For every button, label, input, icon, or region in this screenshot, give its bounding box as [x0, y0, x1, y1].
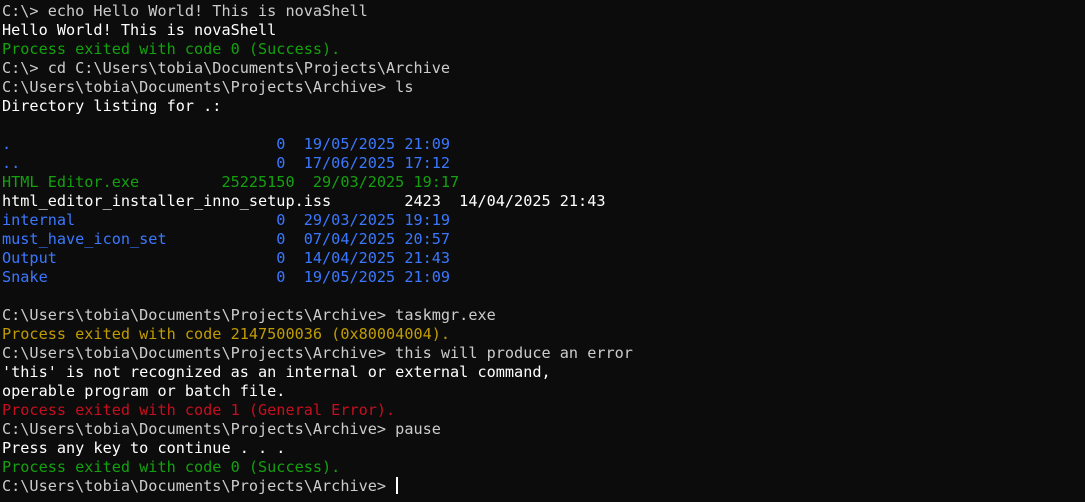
- active-prompt-line[interactable]: C:\Users\tobia\Documents\Projects\Archiv…: [2, 477, 1085, 496]
- text-cursor: [396, 477, 399, 494]
- exit-status-error: Process exited with code 1 (General Erro…: [2, 401, 396, 419]
- output-line: Press any key to continue . . .: [2, 439, 286, 457]
- listing-row-executable: HTML Editor.exe 25225150 29/03/2025 19:1…: [2, 173, 460, 191]
- error-message-line: operable program or batch file.: [2, 382, 286, 400]
- exit-status-success: Process exited with code 0 (Success).: [2, 40, 341, 58]
- error-message-line: 'this' is not recognized as an internal …: [2, 363, 551, 381]
- listing-row-directory: Snake 0 19/05/2025 21:09: [2, 268, 451, 286]
- prompt-text: C:\Users\tobia\Documents\Projects\Archiv…: [2, 477, 396, 495]
- command-line: C:\Users\tobia\Documents\Projects\Archiv…: [2, 78, 414, 96]
- command-line: C:\Users\tobia\Documents\Projects\Archiv…: [2, 306, 496, 324]
- command-line: C:\> cd C:\Users\tobia\Documents\Project…: [2, 59, 451, 77]
- command-line: C:\Users\tobia\Documents\Projects\Archiv…: [2, 420, 441, 438]
- terminal-window[interactable]: C:\> echo Hello World! This is novaShell…: [0, 0, 1085, 502]
- exit-status-warning: Process exited with code 2147500036 (0x8…: [2, 325, 451, 343]
- output-line: Hello World! This is novaShell: [2, 21, 277, 39]
- exit-status-success: Process exited with code 0 (Success).: [2, 458, 341, 476]
- command-line: C:\> echo Hello World! This is novaShell: [2, 2, 368, 20]
- listing-row-file: html_editor_installer_inno_setup.iss 242…: [2, 192, 606, 210]
- listing-row-directory: internal 0 29/03/2025 19:19: [2, 211, 451, 229]
- command-line: C:\Users\tobia\Documents\Projects\Archiv…: [2, 344, 633, 362]
- listing-row-directory: .. 0 17/06/2025 17:12: [2, 154, 451, 172]
- listing-header: Directory listing for .:: [2, 97, 222, 115]
- listing-row-directory: . 0 19/05/2025 21:09: [2, 135, 451, 153]
- listing-row-directory: Output 0 14/04/2025 21:43: [2, 249, 451, 267]
- listing-row-directory: must_have_icon_set 0 07/04/2025 20:57: [2, 230, 451, 248]
